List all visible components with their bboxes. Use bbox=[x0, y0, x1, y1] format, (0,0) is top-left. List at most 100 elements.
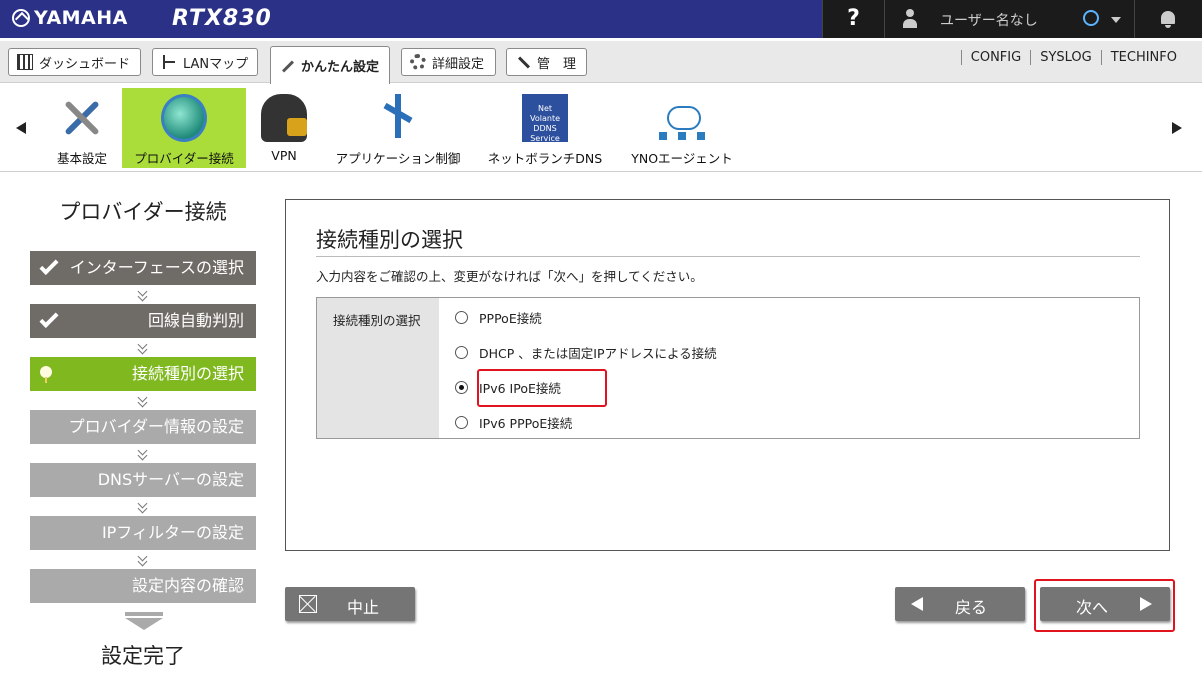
option-dhcp-static[interactable]: DHCP 、または固定IPアドレスによる接続 bbox=[455, 343, 717, 362]
feature-label: アプリケーション制御 bbox=[335, 151, 461, 166]
back-label: 戻る bbox=[955, 598, 988, 617]
step-line-auto-detect[interactable]: 回線自動判別 bbox=[30, 304, 256, 338]
application-control-icon bbox=[375, 94, 421, 142]
user-menu[interactable]: ユーザー名なし bbox=[884, 0, 1134, 38]
network-cloud-icon bbox=[659, 94, 705, 142]
option-ipv6-pppoe[interactable]: IPv6 PPPoE接続 bbox=[455, 413, 572, 432]
chevron-down-icon[interactable] bbox=[1111, 17, 1121, 23]
tab-advanced-settings[interactable]: 詳細設定 bbox=[401, 48, 496, 76]
step-complete: 設定完了 bbox=[101, 644, 185, 668]
feature-label: YNOエージェント bbox=[631, 151, 733, 166]
feature-yno-agent[interactable]: YNOエージェント bbox=[624, 88, 740, 168]
step-label: プロバイダー情報の設定 bbox=[68, 417, 244, 436]
feature-label: 基本設定 bbox=[56, 151, 107, 166]
panel-title: 接続種別の選択 bbox=[316, 228, 463, 252]
model-name: RTX830 bbox=[172, 6, 272, 31]
selection-highlight bbox=[477, 369, 607, 407]
yamaha-logo: YAMAHA bbox=[12, 7, 128, 29]
field-label: 接続種別の選択 bbox=[317, 298, 439, 438]
option-label: IPv6 PPPoE接続 bbox=[479, 416, 573, 431]
cancel-label: 中止 bbox=[347, 598, 380, 617]
wizard-title: プロバイダー接続 bbox=[59, 200, 227, 224]
tab-label: ダッシュボード bbox=[39, 56, 131, 72]
vpn-lock-icon bbox=[261, 94, 307, 142]
option-label: DHCP 、または固定IPアドレスによる接続 bbox=[479, 346, 717, 361]
globe-icon bbox=[161, 94, 207, 142]
step-label: 回線自動判別 bbox=[147, 311, 244, 330]
step-dns-server: DNSサーバーの設定 bbox=[30, 463, 256, 497]
gear-icon bbox=[410, 54, 426, 70]
arrow-down-icon bbox=[125, 612, 163, 632]
ddns-service-icon: Net Volante DDNS Service bbox=[522, 94, 568, 143]
feature-label: VPN bbox=[271, 148, 297, 163]
ddns-icon-text: Net Volante DDNS Service bbox=[530, 104, 560, 143]
help-button[interactable]: ? bbox=[822, 0, 884, 38]
syslog-link[interactable]: SYSLOG bbox=[1030, 50, 1101, 65]
radio-button[interactable] bbox=[455, 416, 468, 429]
notification-button[interactable] bbox=[1134, 0, 1202, 38]
double-chevron-down-icon bbox=[138, 501, 148, 513]
pin-icon bbox=[40, 366, 52, 383]
radio-button[interactable] bbox=[455, 311, 468, 324]
option-pppoe[interactable]: PPPoE接続 bbox=[455, 308, 542, 327]
option-label: PPPoE接続 bbox=[479, 311, 542, 326]
main-menu: ダッシュボード LANマップ かんたん設定 詳細設定 管 理 CONFIG SY… bbox=[0, 41, 1202, 84]
step-interface-selection[interactable]: インターフェースの選択 bbox=[30, 251, 256, 285]
double-chevron-down-icon bbox=[138, 342, 148, 354]
feature-label: ネットボランチDNS bbox=[487, 151, 603, 166]
cancel-button[interactable]: 中止 bbox=[285, 587, 415, 621]
tab-label: かんたん設定 bbox=[301, 60, 380, 75]
status-ring-icon bbox=[1083, 10, 1099, 26]
bell-icon bbox=[1161, 11, 1175, 28]
feature-provider-connection[interactable]: プロバイダー接続 bbox=[122, 88, 246, 168]
tab-label: 管 理 bbox=[537, 56, 577, 72]
title-divider bbox=[316, 256, 1140, 257]
tools-icon bbox=[59, 94, 105, 142]
step-label: 設定内容の確認 bbox=[131, 576, 244, 595]
tab-easy-setup[interactable]: かんたん設定 bbox=[270, 46, 390, 84]
utility-links: CONFIG SYSLOG TECHINFO bbox=[960, 50, 1186, 65]
tab-management[interactable]: 管 理 bbox=[506, 48, 587, 76]
next-button-highlight bbox=[1034, 579, 1175, 632]
check-icon bbox=[39, 255, 59, 276]
techinfo-link[interactable]: TECHINFO bbox=[1100, 50, 1186, 65]
lan-map-icon bbox=[161, 54, 177, 70]
double-chevron-down-icon bbox=[138, 289, 148, 301]
wand-icon bbox=[279, 58, 295, 74]
feature-application-control[interactable]: アプリケーション制御 bbox=[328, 88, 468, 168]
scroll-left-arrow-icon[interactable] bbox=[16, 122, 26, 134]
double-chevron-down-icon bbox=[138, 554, 148, 566]
dashboard-icon bbox=[17, 54, 33, 70]
scroll-right-arrow-icon[interactable] bbox=[1172, 122, 1182, 134]
step-provider-info: プロバイダー情報の設定 bbox=[30, 410, 256, 444]
close-box-icon bbox=[299, 595, 317, 613]
connection-type-field: 接続種別の選択 PPPoE接続 DHCP 、または固定IPアドレスによる接続 I… bbox=[316, 297, 1140, 439]
feature-bar: 基本設定 プロバイダー接続 VPN アプリケーション制御 Net Volante… bbox=[0, 84, 1202, 172]
check-icon bbox=[39, 308, 59, 329]
step-ip-filter: IPフィルターの設定 bbox=[30, 516, 256, 550]
user-name: ユーザー名なし bbox=[940, 13, 1038, 29]
feature-vpn[interactable]: VPN bbox=[256, 88, 312, 168]
step-confirm: 設定内容の確認 bbox=[30, 569, 256, 603]
step-label: インターフェースの選択 bbox=[69, 258, 244, 277]
panel-description: 入力内容をご確認の上、変更がなければ「次へ」を押してください。 bbox=[316, 269, 703, 284]
triangle-left-icon bbox=[911, 597, 923, 611]
double-chevron-down-icon bbox=[138, 448, 148, 460]
back-button[interactable]: 戻る bbox=[895, 587, 1025, 621]
feature-basic-settings[interactable]: 基本設定 bbox=[50, 88, 114, 168]
connection-type-panel: 接続種別の選択 入力内容をご確認の上、変更がなければ「次へ」を押してください。 … bbox=[285, 199, 1170, 551]
user-icon bbox=[903, 9, 917, 29]
radio-button[interactable] bbox=[455, 346, 468, 359]
wrench-icon bbox=[515, 54, 531, 70]
yamaha-emblem-icon bbox=[12, 9, 30, 27]
tab-label: 詳細設定 bbox=[432, 56, 485, 72]
radio-button-selected[interactable] bbox=[455, 381, 468, 394]
step-label: DNSサーバーの設定 bbox=[97, 470, 244, 489]
tab-dashboard[interactable]: ダッシュボード bbox=[8, 48, 141, 76]
feature-netvolante-dns[interactable]: Net Volante DDNS Service ネットボランチDNS bbox=[482, 88, 608, 168]
double-chevron-down-icon bbox=[138, 395, 148, 407]
config-link[interactable]: CONFIG bbox=[960, 50, 1030, 65]
tab-lan-map[interactable]: LANマップ bbox=[152, 48, 258, 76]
step-label: IPフィルターの設定 bbox=[101, 523, 244, 542]
feature-label: プロバイダー接続 bbox=[134, 151, 234, 166]
